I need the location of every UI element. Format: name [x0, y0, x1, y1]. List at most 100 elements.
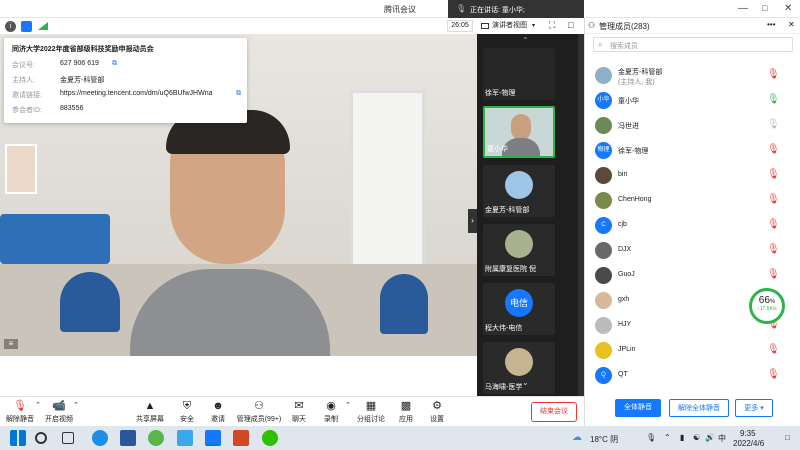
volume-icon[interactable]: 🔊 [705, 433, 715, 442]
clock-time[interactable]: 9:35 [740, 429, 756, 438]
scroll-down-icon[interactable]: ⌄ [522, 378, 529, 387]
breakout-button[interactable]: ▦ 分组讨论 [354, 397, 388, 427]
mic-muted-icon[interactable]: 🎙 [767, 169, 780, 180]
share-screen-icon: ▲ [144, 400, 156, 412]
record-button[interactable]: ◉ 录制 [318, 397, 344, 427]
video-tile[interactable]: 金夏芳-科管部 [483, 165, 555, 217]
edge-browser-icon[interactable] [92, 430, 108, 446]
toolbar-label: 共享屏幕 [136, 416, 164, 423]
unmute-all-button[interactable]: 解除全体静音 [669, 399, 729, 417]
search-icon[interactable] [35, 432, 47, 444]
member-row[interactable]: ChenHong 🎙 [585, 188, 800, 213]
notification-icon[interactable]: □ [785, 433, 790, 442]
member-row[interactable]: 金夏芳-科管部 (主持人, 我) 🎙 [585, 63, 800, 88]
task-view-icon[interactable] [62, 432, 74, 444]
minimize-icon[interactable]: — [738, 3, 748, 14]
word-icon[interactable] [120, 430, 136, 446]
view-mode-dropdown[interactable]: 演讲者视图 ▾ [480, 20, 542, 32]
member-name: cjb [618, 221, 627, 228]
info-row-meeting-id: 会议号: 627 906 619 ⧉ [12, 60, 239, 75]
close-panel-icon[interactable]: ✕ [788, 20, 795, 29]
copy-link-icon[interactable]: ⧉ [236, 90, 241, 98]
fullscreen-icon[interactable]: ⛶ [549, 20, 555, 31]
speaking-indicator: 🎙 正在讲话: 童小华; [448, 0, 584, 18]
meeting-id-value: 627 906 619 [60, 60, 99, 67]
settings-button[interactable]: ⚙ 设置 [424, 397, 450, 427]
tile-name: 金夏芳-科管部 [485, 207, 530, 214]
mic-active-icon[interactable]: 🎙 [767, 94, 780, 105]
mic-muted-icon[interactable]: 🎙 [767, 194, 780, 205]
more-button[interactable]: 更多 ▾ [735, 399, 773, 417]
more-options-icon[interactable]: ••• [767, 20, 775, 29]
member-row[interactable]: 冯世进 🎙 [585, 113, 800, 138]
info-label: 会议号: [12, 62, 35, 69]
avatar [595, 292, 612, 309]
windows-start-icon[interactable] [10, 430, 26, 446]
unmute-button[interactable]: 🎙 解除静音 [3, 397, 37, 427]
chevron-up-icon[interactable]: ⌃ [664, 433, 671, 442]
mic-muted-icon[interactable]: 🎙 [767, 144, 780, 155]
signal-icon[interactable] [38, 22, 48, 30]
mic-tray-icon[interactable]: 🎙 [646, 433, 656, 442]
powerpoint-icon[interactable] [233, 430, 249, 446]
video-tile-active[interactable]: 童小华 [483, 106, 555, 158]
member-row[interactable]: Q QT 🎙 [585, 363, 800, 388]
invite-button[interactable]: ☻ 邀请 [204, 397, 232, 427]
share-screen-button[interactable]: ▲ 共享屏幕 [133, 397, 167, 427]
member-name: DJX [618, 246, 632, 253]
chat-button[interactable]: ✉ 聊天 [286, 397, 312, 427]
mic-muted-icon[interactable]: 🎙 [767, 269, 780, 280]
start-video-button[interactable]: 📹 开启视频 [42, 397, 76, 427]
chevron-up-icon[interactable]: ⌃ [345, 401, 351, 409]
copy-icon[interactable]: ⧉ [112, 60, 117, 68]
mute-all-button[interactable]: 全体静音 [615, 399, 661, 417]
weather-label[interactable]: 18°C 阴 [590, 434, 618, 445]
security-button[interactable]: ⛨ 安全 [173, 397, 201, 427]
member-row[interactable]: DJX 🎙 [585, 238, 800, 263]
member-row[interactable]: bin 🎙 [585, 163, 800, 188]
maximize-icon[interactable]: □ [762, 3, 767, 13]
mic-muted-icon[interactable]: 🎙 [767, 344, 780, 355]
scroll-up-icon[interactable]: ⌃ [522, 36, 529, 45]
chevron-up-icon[interactable]: ⌃ [73, 401, 79, 409]
wifi-icon[interactable]: ☯ [693, 433, 700, 442]
network-speed-widget[interactable]: 66% ↑17.5K/s [749, 288, 785, 324]
mic-muted-icon[interactable]: 🎙 [767, 69, 780, 80]
member-row[interactable]: 物理 徐军-物理 🎙 [585, 138, 800, 163]
close-icon[interactable]: ✕ [784, 3, 792, 14]
mic-muted-icon[interactable]: 🎙 [767, 219, 780, 230]
chevron-up-icon[interactable]: ⌃ [35, 401, 41, 409]
wechat-icon[interactable] [262, 430, 278, 446]
video-tile[interactable]: 电信 程大伟-电信 [483, 283, 555, 335]
clock-date[interactable]: 2022/4/6 [733, 439, 764, 448]
app-blue-icon[interactable] [177, 430, 193, 446]
app-green-icon[interactable] [148, 430, 164, 446]
member-name: gxh [618, 296, 630, 303]
member-search-input[interactable]: ⌕ 搜索成员 [593, 37, 793, 52]
invite-link-value[interactable]: https://meeting.tencent.com/dm/uQ6BUfwJH… [60, 90, 213, 97]
mic-icon[interactable]: 🎙 [767, 119, 780, 130]
collapse-strip-icon[interactable]: › [468, 209, 477, 233]
mic-muted-icon[interactable]: 🎙 [767, 369, 780, 380]
apps-button[interactable]: ▩ 应用 [393, 397, 419, 427]
mic-muted-icon[interactable]: 🎙 [767, 244, 780, 255]
end-meeting-button[interactable]: 结束会议 [531, 402, 577, 422]
security-shield-icon[interactable] [21, 21, 32, 32]
member-row[interactable]: 小华 童小华 🎙 [585, 88, 800, 113]
member-row[interactable]: GuoJ 🎙 [585, 263, 800, 288]
member-row[interactable]: C cjb 🎙 [585, 213, 800, 238]
video-menu-icon[interactable]: ≡ [4, 339, 18, 349]
battery-icon[interactable]: ▮ [680, 433, 684, 442]
toolbar-label: 分组讨论 [357, 416, 385, 423]
video-tile[interactable]: 附属康复医院 倪 [483, 224, 555, 276]
member-row[interactable]: JPLin 🎙 [585, 338, 800, 363]
manage-members-button[interactable]: ⚇ 管理成员(99+) [235, 397, 283, 427]
tencent-meeting-icon[interactable] [205, 430, 221, 446]
video-tile[interactable]: 徐军-物理 [483, 48, 555, 100]
member-name: 徐军-物理 [618, 148, 649, 155]
popout-icon[interactable]: □ [568, 20, 573, 30]
video-tile[interactable]: 马海啸-医学 [483, 342, 555, 394]
toolbar-label: 应用 [399, 416, 413, 423]
info-icon[interactable]: i [5, 21, 16, 32]
ime-indicator[interactable]: 中 [718, 433, 726, 444]
